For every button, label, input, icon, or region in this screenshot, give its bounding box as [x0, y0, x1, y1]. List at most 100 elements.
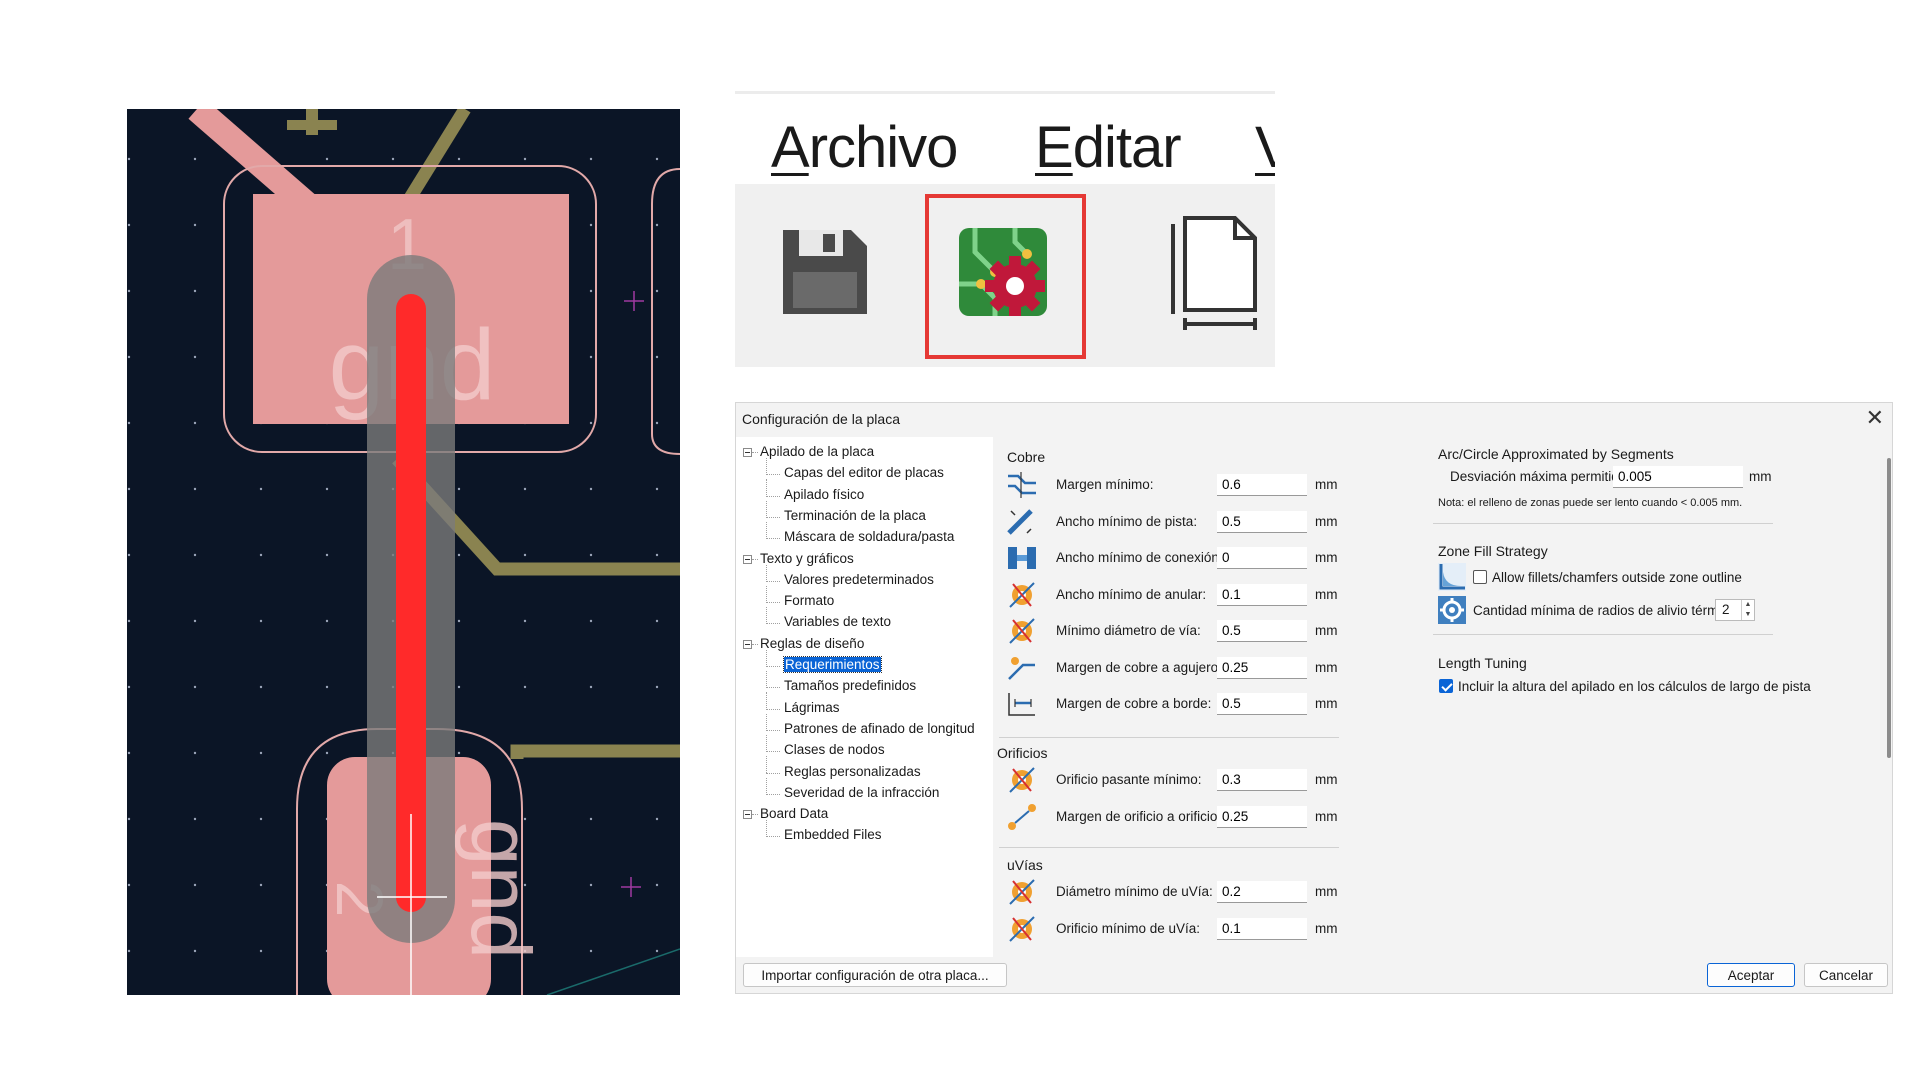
- menu-editar[interactable]: Editar: [1035, 114, 1182, 181]
- tree-item[interactable]: Apilado de la placa: [760, 444, 874, 459]
- rule-unit: mm: [1315, 808, 1338, 824]
- tree-item[interactable]: Board Data: [760, 806, 828, 821]
- rule-unit: mm: [1315, 623, 1338, 638]
- tree-connector: [766, 777, 767, 795]
- menu-archivo[interactable]: Archivo: [771, 114, 958, 181]
- tree-connector: [766, 538, 780, 540]
- requirements-right-panel: Arc/Circle Approximated by Segments Desv…: [1433, 437, 1893, 957]
- settings-tree: Apilado de la placa Capas del editor de p…: [736, 437, 993, 957]
- pad2-net: gnd: [454, 819, 548, 959]
- annular-width-icon: [1009, 581, 1035, 608]
- max-deviation-label: Desviación máxima permitida:: [1450, 469, 1631, 484]
- rule-value-input[interactable]: [1217, 474, 1307, 496]
- rule-value-input[interactable]: [1217, 693, 1307, 715]
- rule-value-input[interactable]: [1217, 620, 1307, 642]
- collapse-icon[interactable]: [743, 554, 752, 564]
- thermal-relief-icon: [1438, 596, 1466, 624]
- tree-connector: [766, 713, 767, 731]
- tree-item[interactable]: Variables de texto: [784, 614, 891, 629]
- rule-label: Margen de orificio a orificio:: [1056, 808, 1222, 824]
- length-tuning-title: Length Tuning: [1438, 655, 1527, 671]
- clearance-icon: [1008, 472, 1036, 498]
- tree-connector: [766, 474, 780, 476]
- connection-width-icon: [1008, 547, 1036, 569]
- tree-item[interactable]: Apilado físico: [784, 487, 864, 502]
- tree-connector: [766, 820, 767, 838]
- save-icon[interactable]: [777, 224, 873, 320]
- rule-value-input[interactable]: [1217, 547, 1307, 569]
- rule-label: Diámetro mínimo de uVía:: [1056, 884, 1213, 899]
- menu-view-cut[interactable]: V: [1255, 114, 1275, 181]
- rule-value-input[interactable]: [1217, 917, 1307, 940]
- rule-label: Margen mínimo:: [1056, 477, 1154, 492]
- rule-value-input[interactable]: [1217, 510, 1307, 533]
- tree-connector: [766, 479, 767, 497]
- rule-unit: mm: [1315, 550, 1338, 565]
- rule-value-input[interactable]: [1217, 583, 1307, 606]
- import-settings-button[interactable]: Importar configuración de otra placa...: [743, 963, 1007, 987]
- tree-connector: [766, 751, 780, 753]
- zone-fill-note: Nota: el relleno de zonas puede ser lent…: [1438, 497, 1743, 509]
- ok-button[interactable]: Aceptar: [1707, 963, 1795, 987]
- tree-item[interactable]: Lágrimas: [784, 700, 840, 715]
- tree-item[interactable]: Terminación de la placa: [784, 508, 926, 523]
- tree-connector: [766, 666, 780, 667]
- tree-item[interactable]: Reglas de diseño: [760, 636, 864, 651]
- allow-fillets-label: Allow fillets/chamfers outside zone outl…: [1492, 570, 1742, 585]
- tree-item[interactable]: Capas del editor de placas: [784, 465, 944, 480]
- tree-item[interactable]: Patrones de afinado de longitud: [784, 721, 975, 736]
- through-hole-icon: [1009, 767, 1035, 793]
- tree-connector: [766, 793, 780, 795]
- rule-value-input[interactable]: [1217, 656, 1307, 679]
- spinner-arrows-icon[interactable]: ▲ ▼: [1741, 600, 1754, 620]
- rule-value-input[interactable]: [1217, 805, 1307, 828]
- pcb-canvas[interactable]: 1 gnd 2 gnd: [127, 109, 680, 995]
- include-stackup-checkbox[interactable]: [1439, 679, 1453, 693]
- tree-connector: [766, 708, 780, 710]
- collapse-icon[interactable]: [743, 810, 752, 820]
- tree-connector: [766, 602, 780, 604]
- tree-item[interactable]: Valores predeterminados: [784, 572, 934, 587]
- rule-label: Ancho mínimo de pista:: [1056, 513, 1198, 529]
- tree-connector: [766, 500, 767, 518]
- tree-connector: [766, 836, 780, 838]
- tree-item[interactable]: Máscara de soldadura/pasta: [784, 529, 954, 544]
- close-icon[interactable]: ✕: [1866, 405, 1884, 431]
- tree-item[interactable]: Reglas personalizadas: [784, 764, 921, 779]
- tree-item[interactable]: Texto y gráficos: [760, 551, 854, 566]
- page-settings-icon[interactable]: [1163, 214, 1275, 334]
- tree-connector: [766, 671, 767, 689]
- allow-fillets-checkbox[interactable]: [1473, 570, 1487, 584]
- rule-unit: mm: [1315, 696, 1338, 711]
- tree-connector: [766, 580, 780, 582]
- rule-unit: mm: [1315, 586, 1338, 602]
- max-deviation-unit: mm: [1749, 469, 1772, 484]
- rule-unit: mm: [1315, 513, 1338, 529]
- collapse-icon[interactable]: [743, 639, 752, 649]
- collapse-icon[interactable]: [743, 448, 752, 457]
- tree-item[interactable]: Severidad de la infracción: [784, 785, 939, 800]
- cancel-button[interactable]: Cancelar: [1804, 963, 1888, 987]
- rule-label: Orificio pasante mínimo:: [1056, 772, 1202, 787]
- rule-label: Margen de cobre a borde:: [1056, 696, 1212, 711]
- rule-value-input[interactable]: [1217, 769, 1307, 791]
- rule-label: Margen de cobre a agujero:: [1056, 659, 1222, 675]
- tree-connector: [766, 564, 767, 582]
- scrollbar[interactable]: [1887, 458, 1891, 758]
- uvia-diameter-icon: [1009, 879, 1035, 905]
- requirements-panel: Cobre Margen mínimo: mm Ancho mínimo de pis…: [993, 437, 1433, 957]
- tree-item[interactable]: Requerimientos: [783, 656, 882, 673]
- hole-clearance-icon: [1008, 656, 1035, 680]
- tree-item[interactable]: Clases de nodos: [784, 742, 885, 757]
- zone-fill-title: Zone Fill Strategy: [1438, 543, 1548, 559]
- tree-item[interactable]: Tamaños predefinidos: [784, 678, 916, 693]
- max-deviation-input[interactable]: [1613, 466, 1743, 488]
- rule-unit: mm: [1315, 659, 1338, 675]
- rule-value-input[interactable]: [1217, 881, 1307, 903]
- tree-item[interactable]: Embedded Files: [784, 827, 882, 842]
- thermal-spokes-spinner[interactable]: 2 ▲ ▼: [1715, 599, 1755, 621]
- tree-connector: [766, 734, 767, 753]
- tree-connector: [766, 729, 780, 731]
- tree-item[interactable]: Formato: [784, 593, 834, 608]
- tree-connector: [766, 772, 780, 774]
